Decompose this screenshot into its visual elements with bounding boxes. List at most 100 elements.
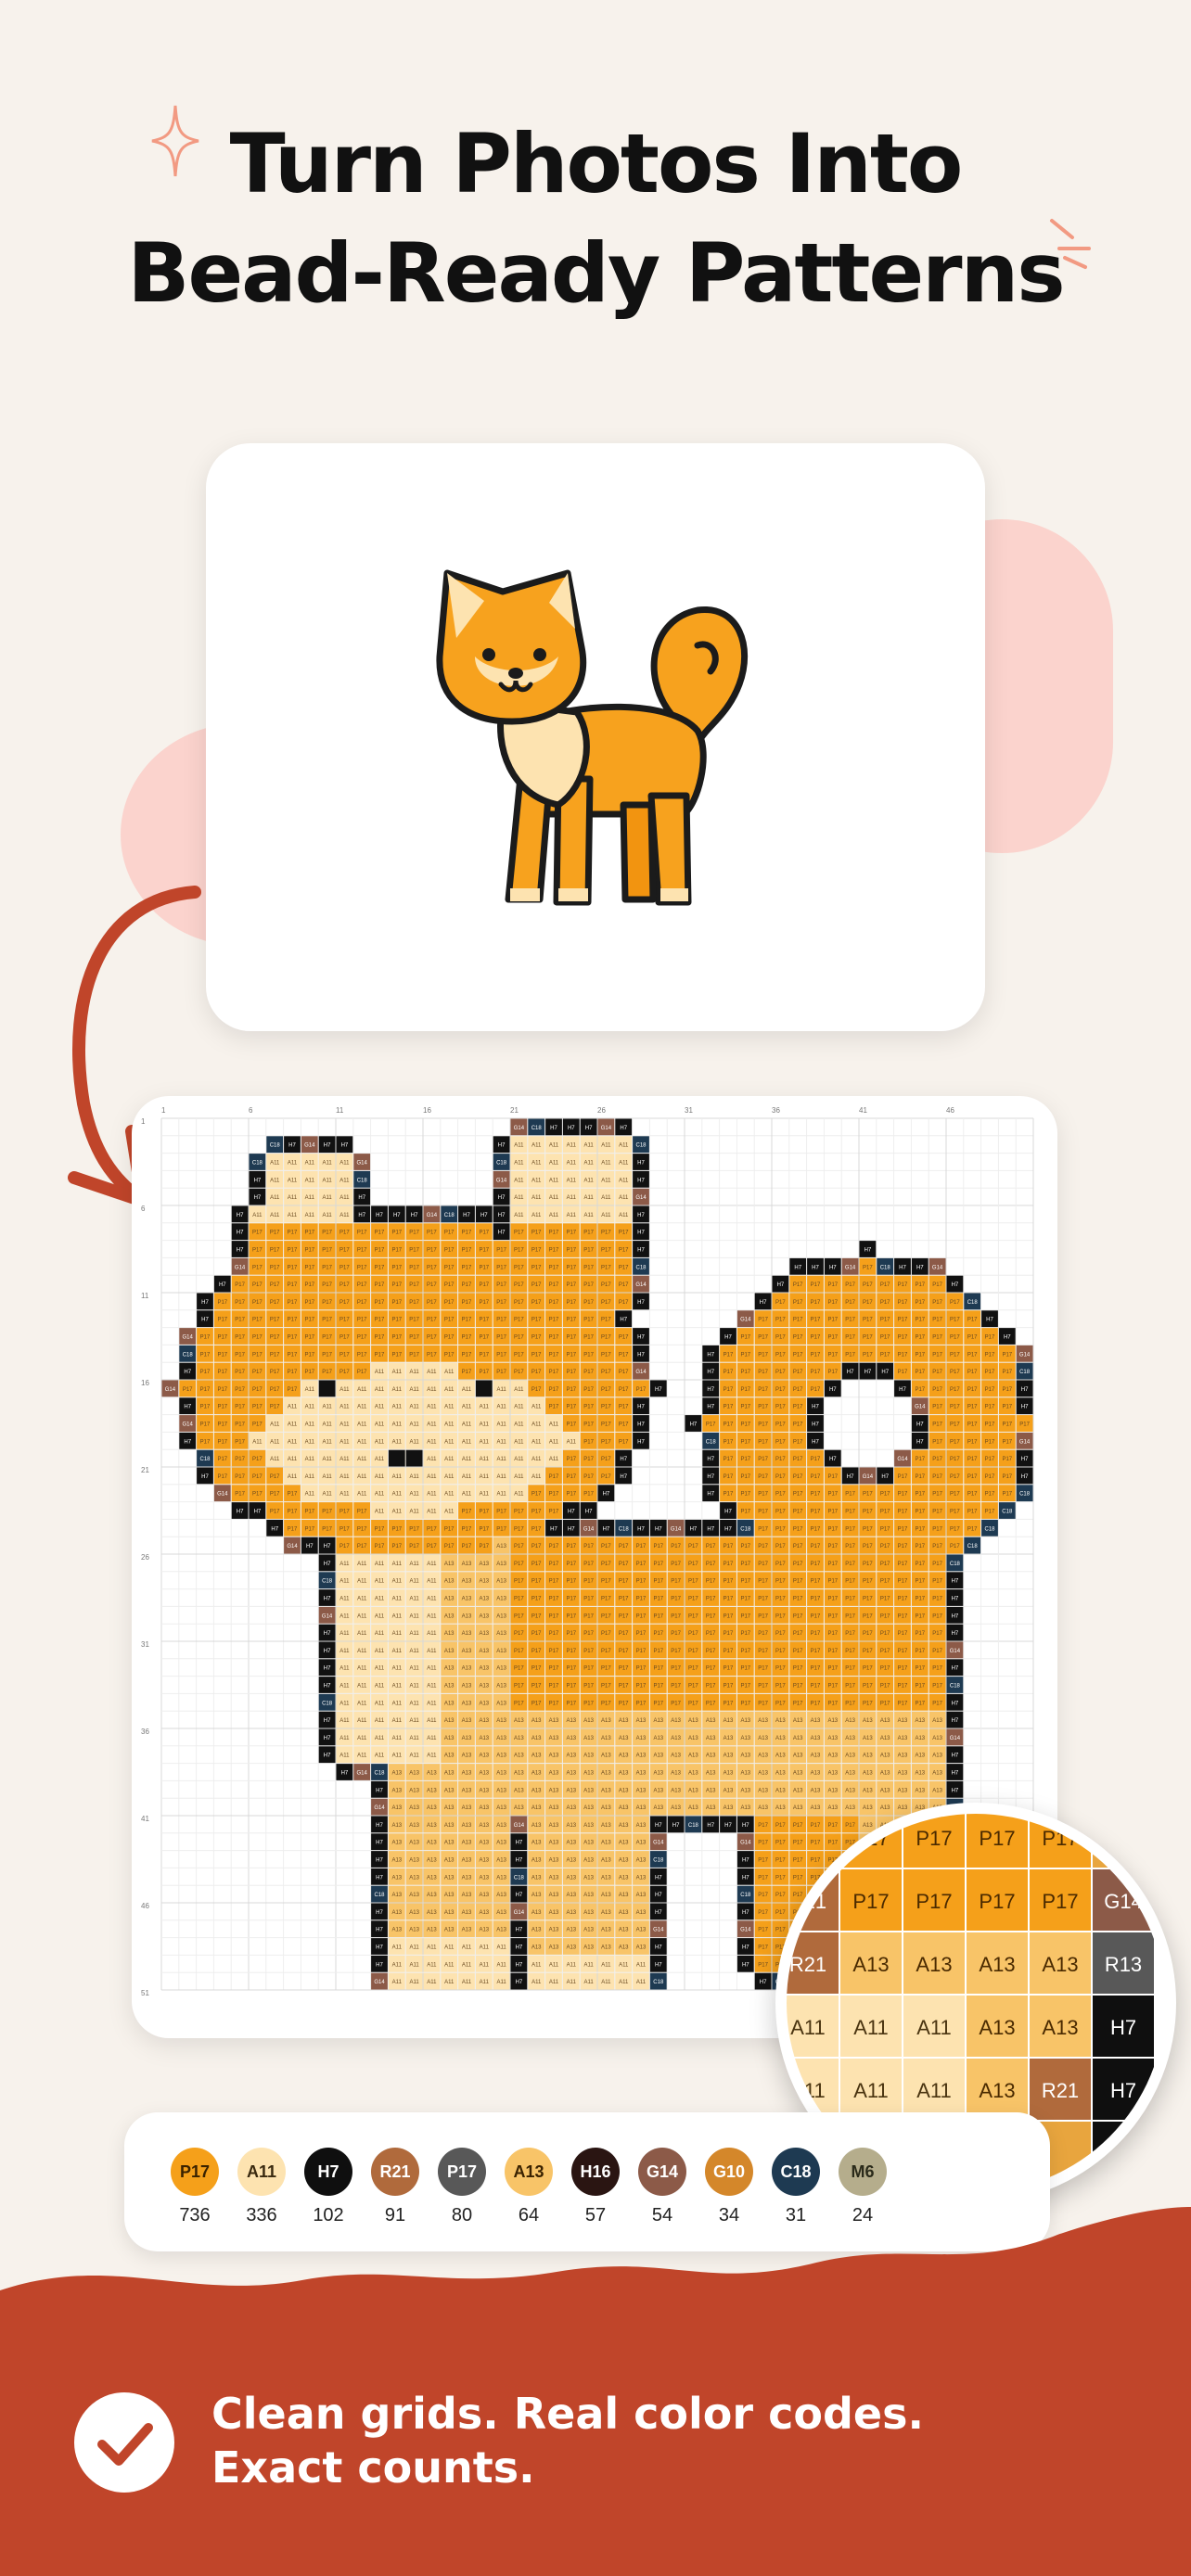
svg-text:A11: A11 (601, 1178, 611, 1183)
magnified-cell: P17 (903, 1814, 965, 1868)
bead-cell: A11 (301, 1432, 318, 1449)
bead-cell: P17 (964, 1519, 981, 1537)
bead-cell: P17 (754, 1641, 772, 1659)
bead-cell: H7 (633, 1415, 649, 1432)
bead-cell-face (318, 1380, 336, 1397)
svg-text:H7: H7 (777, 1282, 785, 1288)
svg-text:P17: P17 (724, 1631, 734, 1637)
bead-cell: A11 (353, 1677, 371, 1693)
bead-cell: C18 (318, 1572, 336, 1589)
svg-text:P17: P17 (583, 1457, 594, 1462)
svg-text:A13: A13 (845, 1753, 855, 1759)
bead-cell: A13 (911, 1728, 928, 1746)
svg-text:G14: G14 (601, 1126, 612, 1131)
svg-text:P17: P17 (758, 1875, 768, 1881)
bead-cell: P17 (405, 1519, 423, 1537)
bead-cell: P17 (981, 1502, 998, 1519)
bead-cell: P17 (580, 1362, 597, 1380)
bead-cell: P17 (510, 1572, 528, 1589)
bead-cell: H7 (946, 1780, 964, 1798)
svg-text:P17: P17 (967, 1474, 978, 1480)
bead-cell: P17 (754, 1572, 772, 1589)
bead-cell: P17 (301, 1275, 318, 1293)
magnified-cell: A11 (787, 1996, 839, 2057)
bead-cell: A11 (493, 1449, 510, 1467)
bead-cell: H7 (580, 1118, 597, 1136)
bead-cell: P17 (213, 1293, 231, 1310)
bead-cell: P17 (510, 1693, 528, 1711)
bead-cell: A13 (772, 1764, 789, 1780)
bead-cell: P17 (964, 1345, 981, 1362)
svg-text:P17: P17 (827, 1474, 838, 1480)
bead-cell: P17 (859, 1502, 877, 1519)
svg-text:P17: P17 (391, 1335, 402, 1341)
bead-cell: P17 (231, 1310, 249, 1328)
bead-cell: A11 (301, 1205, 318, 1223)
bead-cell: P17 (405, 1257, 423, 1275)
svg-text:A13: A13 (863, 1805, 873, 1811)
svg-text:A11: A11 (392, 1510, 403, 1515)
bead-cell: P17 (284, 1362, 301, 1380)
bead-cell: P17 (493, 1519, 510, 1537)
svg-text:P17: P17 (409, 1231, 419, 1236)
bead-cell: H7 (371, 1938, 388, 1955)
bead-cell: A13 (824, 1711, 841, 1728)
svg-text:P17: P17 (845, 1597, 855, 1602)
bead-cell: P17 (249, 1257, 266, 1275)
bead-cell: A13 (441, 1780, 458, 1798)
bead-cell: P17 (353, 1362, 371, 1380)
bead-cell: A11 (562, 1972, 580, 1990)
svg-text:H7: H7 (864, 1248, 872, 1254)
bead-cell: A13 (405, 1798, 423, 1816)
bead-cell: A11 (336, 1572, 353, 1589)
bead-cell: P17 (633, 1380, 649, 1397)
bead-cell: P17 (807, 1624, 824, 1641)
row-label: 6 (141, 1205, 146, 1213)
bead-cell: P17 (736, 1589, 754, 1606)
column-label: 46 (946, 1106, 954, 1115)
bead-cell: P17 (615, 1241, 633, 1257)
svg-text:P17: P17 (811, 1684, 821, 1690)
svg-text:A13: A13 (653, 1736, 663, 1741)
svg-text:P17: P17 (898, 1544, 908, 1549)
bead-cell: P17 (510, 1554, 528, 1572)
svg-text:P17: P17 (339, 1248, 350, 1254)
bead-cell: A13 (528, 1816, 545, 1833)
svg-text:H7: H7 (707, 1526, 714, 1532)
bead-cell: A11 (562, 1188, 580, 1205)
bead-cell: P17 (580, 1293, 597, 1310)
svg-text:A11: A11 (427, 1597, 437, 1602)
bead-cell: A13 (475, 1920, 493, 1938)
bead-cell: A13 (405, 1780, 423, 1798)
svg-text:A13: A13 (619, 1753, 629, 1759)
bead-cell: A13 (859, 1728, 877, 1746)
bead-cell: P17 (475, 1502, 493, 1519)
svg-text:P17: P17 (322, 1265, 332, 1270)
bead-cell: A11 (580, 1170, 597, 1188)
bead-cell-face (475, 1380, 493, 1397)
svg-text:H7: H7 (1021, 1474, 1029, 1480)
svg-text:A11: A11 (339, 1613, 350, 1619)
bead-cell: P17 (736, 1432, 754, 1449)
bead-cell: A13 (545, 1798, 562, 1816)
svg-text:A11: A11 (375, 1387, 385, 1393)
svg-text:A13: A13 (671, 1753, 681, 1759)
bead-cell: H7 (911, 1257, 928, 1275)
svg-text:A13: A13 (444, 1875, 455, 1881)
bead-cell: A11 (528, 1154, 545, 1170)
bead-cell: P17 (789, 1677, 807, 1693)
svg-text:A13: A13 (740, 1736, 750, 1741)
bead-cell: A11 (545, 1136, 562, 1154)
bead-cell: A11 (301, 1485, 318, 1502)
bead-cell: P17 (702, 1677, 720, 1693)
svg-text:H7: H7 (690, 1526, 698, 1532)
svg-text:P17: P17 (793, 1597, 803, 1602)
svg-text:A13: A13 (496, 1613, 506, 1619)
svg-text:A11: A11 (462, 1439, 472, 1445)
bead-cell: P17 (615, 1223, 633, 1241)
bead-cell: H7 (736, 1868, 754, 1885)
svg-text:A13: A13 (462, 1597, 472, 1602)
bead-cell: P17 (615, 1397, 633, 1415)
svg-text:P17: P17 (724, 1597, 734, 1602)
bead-cell: P17 (493, 1362, 510, 1380)
